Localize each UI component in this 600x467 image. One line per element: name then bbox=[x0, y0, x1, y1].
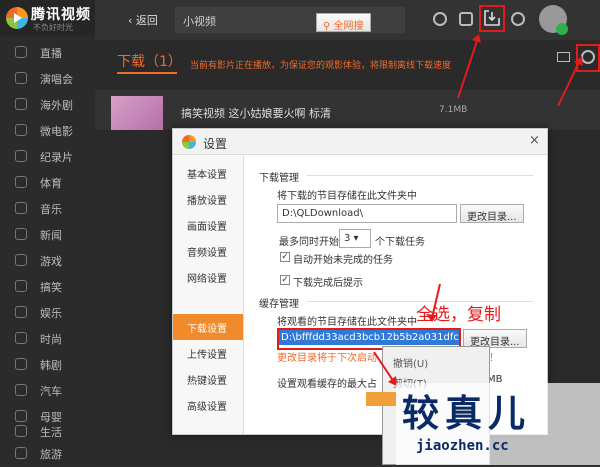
music-icon bbox=[15, 202, 27, 214]
sidebar-item-label: 直播 bbox=[40, 47, 62, 60]
ball-icon bbox=[15, 176, 27, 188]
save-folder-label: 将下载的节目存储在此文件夹中 bbox=[277, 191, 417, 202]
download-section-title: 下载管理 bbox=[259, 173, 299, 184]
sidebar-item-label: 演唱会 bbox=[40, 73, 73, 86]
follow-icon[interactable] bbox=[459, 12, 473, 26]
travel-icon bbox=[15, 447, 27, 459]
max-tasks-prefix: 最多同时开始 bbox=[279, 237, 339, 248]
search-input[interactable]: 小视频 bbox=[183, 13, 216, 29]
search-all-button[interactable]: ⚲ 全网搜 bbox=[316, 13, 371, 32]
sidebar-item-label: 时尚 bbox=[40, 333, 62, 346]
logo-title: 腾讯视频 bbox=[31, 7, 91, 23]
sidebar-item-label: 汽车 bbox=[40, 385, 62, 398]
max-tasks-suffix: 个下载任务 bbox=[375, 237, 425, 248]
star-icon bbox=[15, 306, 27, 318]
annotation-arrows-2 bbox=[373, 283, 441, 386]
max-tasks-select[interactable]: 3 ▾ bbox=[339, 229, 371, 248]
speed-limit-notice: 当前有影片正在播放，为保证您的观影体验，将限制离线下载速度 bbox=[190, 61, 452, 71]
sidebar-item-sports[interactable]: 体育 bbox=[0, 170, 95, 196]
fashion-icon bbox=[15, 332, 27, 344]
sidebar-item-label: 纪录片 bbox=[40, 151, 73, 164]
close-icon[interactable]: × bbox=[529, 133, 540, 148]
menu-chevron-icon[interactable] bbox=[511, 12, 525, 26]
smile-icon bbox=[15, 280, 27, 292]
sidebar-item-concert[interactable]: 演唱会 bbox=[0, 66, 95, 92]
settings-nav-upload[interactable]: 上传设置 bbox=[173, 340, 243, 366]
globe-icon bbox=[15, 98, 27, 110]
sidebar-item-korean-drama[interactable]: 韩剧 bbox=[0, 352, 95, 378]
sidebar-item-music[interactable]: 音乐 bbox=[0, 196, 95, 222]
watermark-text: 较真儿 bbox=[402, 392, 531, 435]
settings-nav-picture[interactable]: 画面设置 bbox=[173, 212, 243, 238]
sidebar-item-overseas-drama[interactable]: 海外剧 bbox=[0, 92, 95, 118]
settings-nav-basic[interactable]: 基本设置 bbox=[173, 160, 243, 186]
sidebar-item-micro-film[interactable]: 微电影 bbox=[0, 118, 95, 144]
settings-nav-advanced[interactable]: 高级设置 bbox=[173, 392, 243, 418]
orange-button[interactable] bbox=[366, 392, 396, 406]
download-tab[interactable]: 下载（1） bbox=[117, 51, 182, 71]
sidebar: 腾讯视频 不负好时光 直播 演唱会 海外剧 微电影 纪录片 体育 音乐 新闻 游… bbox=[0, 0, 95, 465]
sidebar-item-documentary[interactable]: 纪录片 bbox=[0, 144, 95, 170]
concert-icon bbox=[15, 72, 27, 84]
life-icon bbox=[15, 425, 27, 437]
car-icon bbox=[15, 384, 27, 396]
sidebar-item-label: 微电影 bbox=[40, 125, 73, 138]
documentary-icon bbox=[15, 150, 27, 162]
sidebar-item-news[interactable]: 新闻 bbox=[0, 222, 95, 248]
history-icon[interactable] bbox=[433, 12, 447, 26]
sidebar-item-label: 韩剧 bbox=[40, 359, 62, 372]
tencent-video-logo-icon bbox=[6, 7, 28, 29]
settings-nav-network[interactable]: 网络设置 bbox=[173, 264, 243, 290]
back-button[interactable]: ‹ 返回 bbox=[128, 12, 158, 28]
sidebar-item-label: 体育 bbox=[40, 177, 62, 190]
sidebar-item-fashion[interactable]: 时尚 bbox=[0, 326, 95, 352]
download-tab-underline bbox=[117, 72, 177, 74]
sidebar-item-games[interactable]: 游戏 bbox=[0, 248, 95, 274]
sidebar-item-travel[interactable]: 旅游 bbox=[0, 441, 95, 467]
change-save-dir-button[interactable]: 更改目录... bbox=[460, 204, 524, 223]
app-logo[interactable]: 腾讯视频 不负好时光 bbox=[0, 0, 95, 36]
sidebar-item-label: 旅游 bbox=[40, 448, 62, 461]
annotation-arrows bbox=[457, 34, 583, 107]
save-path-field[interactable]: D:\QLDownload\ bbox=[277, 204, 457, 223]
settings-nav-playback[interactable]: 播放设置 bbox=[173, 186, 243, 212]
news-icon bbox=[15, 228, 27, 240]
dialog-title: 设置 bbox=[203, 137, 228, 151]
sidebar-item-label: 新闻 bbox=[40, 229, 62, 242]
cache-section-title: 缓存管理 bbox=[259, 299, 299, 310]
gamepad-icon bbox=[15, 254, 27, 266]
auto-start-label: 自动开始未完成的任务 bbox=[293, 255, 393, 266]
settings-nav-audio[interactable]: 音频设置 bbox=[173, 238, 243, 264]
drama-icon bbox=[15, 358, 27, 370]
auto-start-checkbox[interactable]: ✓ bbox=[280, 252, 290, 262]
video-thumbnail bbox=[111, 96, 163, 130]
search-button-label: 全网搜 bbox=[333, 21, 364, 32]
sidebar-item-label: 娱乐 bbox=[40, 307, 62, 320]
divider bbox=[307, 175, 533, 176]
sidebar-item-label: 音乐 bbox=[40, 203, 62, 216]
sidebar-item-label: 生活 bbox=[40, 426, 62, 439]
app-logo-icon bbox=[182, 135, 196, 149]
notify-label: 下载完成后提示 bbox=[293, 278, 363, 289]
watermark-url: jiaozhen.cc bbox=[416, 438, 509, 454]
dialog-header: 设置 × bbox=[173, 129, 547, 155]
logo-subtitle: 不负好时光 bbox=[33, 23, 73, 32]
sidebar-item-live[interactable]: 直播 bbox=[0, 40, 95, 66]
sidebar-item-funny[interactable]: 搞笑 bbox=[0, 274, 95, 300]
settings-nav-download[interactable]: 下载设置 bbox=[173, 314, 243, 340]
sidebar-item-entertainment[interactable]: 娱乐 bbox=[0, 300, 95, 326]
mic-icon bbox=[15, 46, 27, 58]
notify-checkbox[interactable]: ✓ bbox=[280, 275, 290, 285]
settings-nav-hotkeys[interactable]: 热键设置 bbox=[173, 366, 243, 392]
settings-nav: 基本设置 播放设置 画面设置 音频设置 网络设置 下载设置 上传设置 热键设置 … bbox=[173, 156, 244, 434]
download-item-title: 搞笑视频 这小姑娘要火啊 标清 bbox=[181, 107, 331, 120]
back-label: 返回 bbox=[135, 14, 158, 27]
search-box[interactable]: 小视频 ⚲ 全网搜 bbox=[175, 7, 405, 33]
max-tasks-value: 3 bbox=[344, 233, 351, 244]
sidebar-item-cars[interactable]: 汽车 bbox=[0, 378, 95, 404]
sidebar-item-label: 游戏 bbox=[40, 255, 62, 268]
sidebar-item-label: 搞笑 bbox=[40, 281, 62, 294]
film-icon bbox=[15, 124, 27, 136]
sidebar-item-label: 海外剧 bbox=[40, 99, 73, 112]
